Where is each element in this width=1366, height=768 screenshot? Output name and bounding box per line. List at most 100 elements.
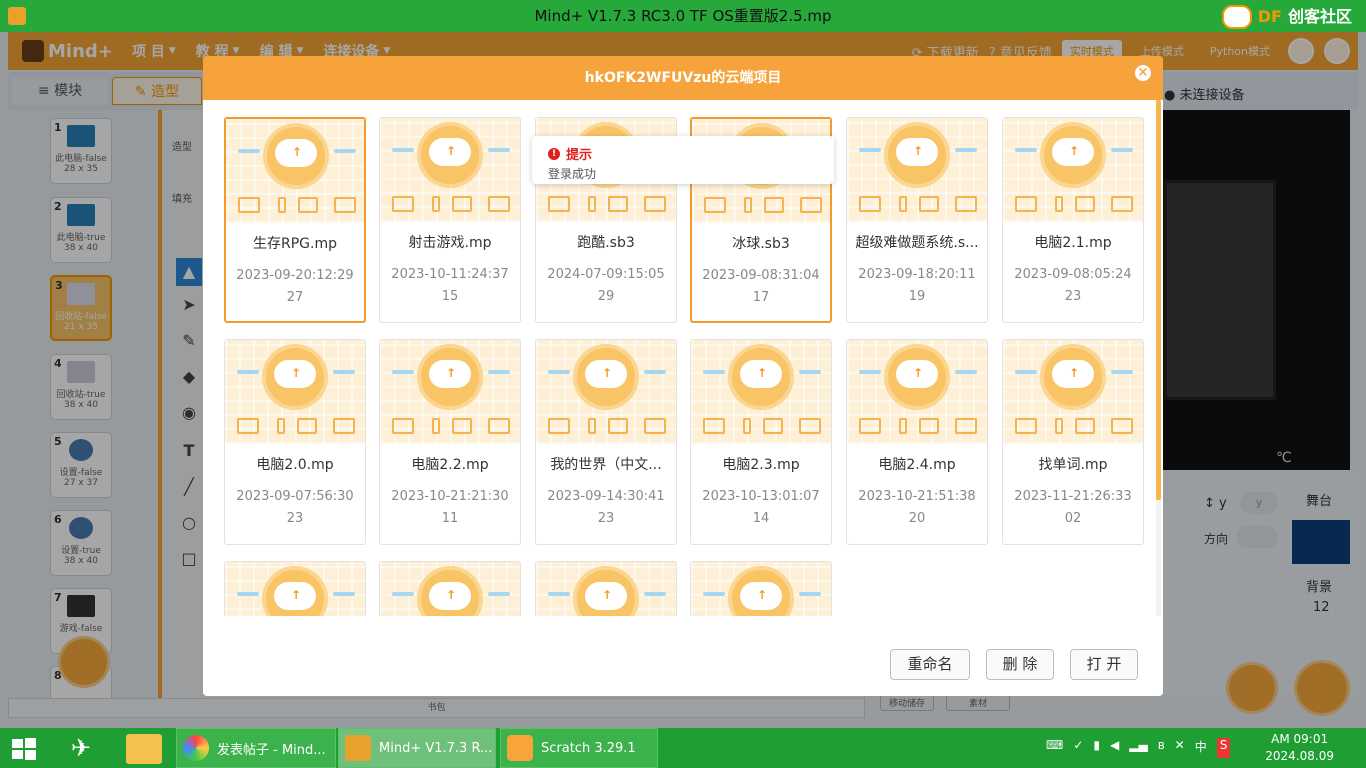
thumb-line (859, 370, 881, 374)
thumb-line (955, 370, 977, 374)
task-browser[interactable]: 发表帖子 - Mind... (176, 728, 336, 768)
upload-arrow-icon: ↑ (912, 366, 924, 380)
desktop-icon (333, 418, 355, 434)
thumb-line (955, 148, 977, 152)
project-date-line2: 23 (1064, 289, 1082, 304)
task-label: 发表帖子 - Mind... (217, 742, 326, 758)
thumb-line (1111, 148, 1133, 152)
thumb-line (392, 592, 414, 596)
battery-icon[interactable]: ▮ (1093, 738, 1100, 758)
clock[interactable]: AM 09:01 2024.08.09 (1265, 731, 1334, 765)
cloud-upload-thumbnail: ↑ (1003, 340, 1143, 444)
file-explorer-icon[interactable] (126, 734, 162, 764)
scratch-icon (507, 735, 533, 761)
security-icon[interactable]: ✓ (1073, 738, 1083, 758)
project-date-line1: 2023-09-08:31:04 (702, 268, 820, 283)
project-card[interactable]: ↑ 生存RPG.mp 2023-09-20:12:29 27 (224, 117, 366, 323)
delete-button[interactable]: 删 除 (986, 649, 1054, 680)
task-scratch[interactable]: Scratch 3.29.1 (500, 728, 658, 768)
project-card[interactable]: ↑ 电脑2.3.mp 2023-10-13:01:07 14 (690, 339, 832, 545)
project-date-line2: 15 (441, 289, 459, 304)
cloud-upload-thumbnail: ↑ (380, 118, 520, 222)
project-date-line1: 2024-07-09:15:05 (547, 267, 665, 282)
thumb-line (488, 592, 510, 596)
cloud-upload-thumbnail: ↑ (536, 562, 676, 616)
thumb-line (488, 148, 510, 152)
project-date: 2023-09-18:20:11 19 (847, 264, 987, 308)
desktop-icon (644, 418, 666, 434)
scrollbar-thumb[interactable] (1156, 100, 1161, 500)
desktop-icon (1111, 418, 1133, 434)
volume-icon[interactable]: ◀ (1110, 738, 1119, 758)
desktop-icon (955, 196, 977, 212)
phone-icon (432, 196, 440, 212)
keyboard-icon[interactable]: ⌨ (1046, 738, 1063, 758)
clock-time: AM 09:01 (1271, 732, 1329, 746)
project-card[interactable]: ↑ 电脑2.0.mp 2023-09-07:56:30 23 (224, 339, 366, 545)
laptop-icon (237, 418, 259, 434)
laptop-icon (392, 418, 414, 434)
project-card[interactable]: ↑ (224, 561, 366, 616)
project-card[interactable]: ↑ (535, 561, 677, 616)
project-date-line1: 2023-09-14:30:41 (547, 489, 665, 504)
thumb-line (488, 370, 510, 374)
thumb-line (644, 370, 666, 374)
project-card[interactable]: ↑ 找单词.mp 2023-11-21:26:33 02 (1002, 339, 1144, 545)
project-date-line1: 2023-09-20:12:29 (236, 268, 354, 283)
open-button[interactable]: 打 开 (1070, 649, 1138, 680)
clock-date: 2024.08.09 (1265, 749, 1334, 763)
monitor-icon (452, 418, 472, 434)
desktop-icon (955, 418, 977, 434)
network-off-icon[interactable]: ✕ (1175, 738, 1185, 758)
project-date-line1: 2023-10-21:51:38 (858, 489, 976, 504)
thumb-line (548, 592, 570, 596)
phone-icon (744, 197, 752, 213)
df-brand[interactable]: DF 创客社区 mc.DFRobot.com.cn (1221, 4, 1352, 46)
upload-arrow-icon: ↑ (601, 588, 613, 602)
project-date-line1: 2023-10-11:24:37 (391, 267, 509, 282)
toast-title: 提示 (566, 148, 593, 163)
thumb-line (799, 592, 821, 596)
monitor-icon (452, 196, 472, 212)
project-card[interactable]: ↑ 电脑2.2.mp 2023-10-21:21:30 11 (379, 339, 521, 545)
close-icon[interactable]: × (1135, 65, 1151, 81)
windows-logo-svg (12, 738, 36, 760)
thumb-line (392, 370, 414, 374)
browser-icon (183, 735, 209, 761)
laptop-icon (859, 196, 881, 212)
monitor-icon (298, 197, 318, 213)
bird-app-icon[interactable]: ✈ (64, 734, 98, 764)
phone-icon (1055, 196, 1063, 212)
project-date-line2: 20 (908, 511, 926, 526)
monitor-icon (919, 418, 939, 434)
task-mindplus[interactable]: Mind+ V1.7.3 R... (338, 728, 496, 768)
login-toast: ! 提示 登录成功 (532, 136, 834, 184)
rename-button[interactable]: 重命名 (890, 649, 970, 680)
task-label: Mind+ V1.7.3 R... (379, 740, 493, 756)
bluetooth-icon[interactable]: ʙ (1158, 738, 1165, 758)
sogou-icon[interactable]: S (1216, 738, 1231, 758)
project-card[interactable]: ↑ (379, 561, 521, 616)
project-date-line2: 14 (752, 511, 770, 526)
project-card[interactable]: ↑ 我的世界（中文... 2023-09-14:30:41 23 (535, 339, 677, 545)
project-card[interactable]: ↑ 电脑2.1.mp 2023-09-08:05:24 23 (1002, 117, 1144, 323)
laptop-icon (859, 418, 881, 434)
window-title: Mind+ V1.7.3 RC3.0 TF OS重置版2.5.mp (534, 7, 832, 25)
phone-icon (899, 196, 907, 212)
project-card[interactable]: ↑ 射击游戏.mp 2023-10-11:24:37 15 (379, 117, 521, 323)
thumb-line (333, 592, 355, 596)
cloud-upload-thumbnail: ↑ (847, 118, 987, 222)
window-title-bar: Mind+ V1.7.3 RC3.0 TF OS重置版2.5.mp DF 创客社… (0, 0, 1366, 46)
project-date: 2023-09-14:30:41 23 (536, 486, 676, 530)
project-card[interactable]: ↑ (690, 561, 832, 616)
project-card[interactable]: ↑ 电脑2.4.mp 2023-10-21:51:38 20 (846, 339, 988, 545)
thumb-line (548, 370, 570, 374)
project-card[interactable]: ↑ 超级难做题系统.s... 2023-09-18:20:11 19 (846, 117, 988, 323)
signal-icon[interactable]: ▂▄ (1129, 738, 1147, 758)
upload-arrow-icon: ↑ (291, 145, 303, 159)
upload-arrow-icon: ↑ (912, 144, 924, 158)
upload-arrow-icon: ↑ (445, 144, 457, 158)
windows-start-icon[interactable] (10, 736, 38, 762)
input-method[interactable]: 中 (1195, 738, 1207, 758)
upload-arrow-icon: ↑ (1068, 144, 1080, 158)
